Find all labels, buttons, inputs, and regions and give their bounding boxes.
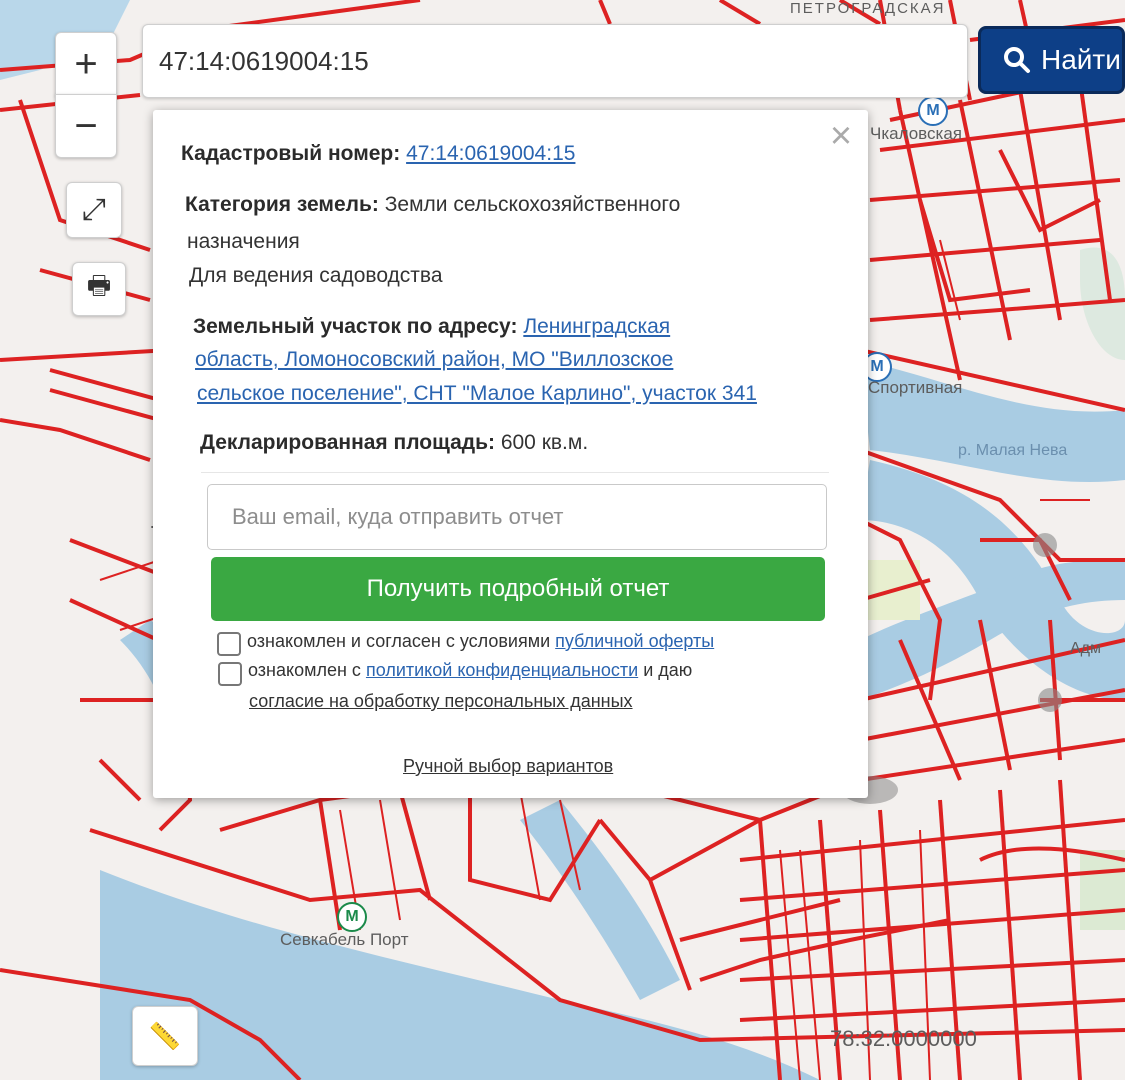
address-row: Земельный участок по адресу: Ленинградск… [193,310,853,344]
map-label-metro-chkalovskaya: Чкаловская [870,124,962,143]
fullscreen-button[interactable]: ⤢ [66,182,122,238]
divider [201,472,829,473]
ruler-icon: 📏 [148,1020,182,1051]
print-button[interactable]: 🖶 [72,262,126,316]
area-row: Декларированная площадь: 600 кв.м. [200,426,588,460]
public-offer-link[interactable]: публичной оферты [555,631,714,651]
privacy-checkbox[interactable] [218,662,242,686]
search-button-label: Найти [1041,44,1121,75]
search-icon [1004,47,1030,73]
offer-agreement-label: ознакомлен и согласен с условиями [247,631,551,651]
permitted-use: Для ведения садоводства [189,264,443,287]
area-label: Декларированная площадь: [200,431,495,454]
expand-icon: ⤢ [82,193,106,226]
ruler-button[interactable]: 📏 [132,1006,198,1066]
metro-icon: М [918,96,948,126]
privacy-label-a: ознакомлен с [248,660,361,680]
address-link-3[interactable]: сельское поселение", СНТ "Малое Карлино"… [197,377,757,411]
email-field[interactable] [207,484,827,550]
landmark-icon [1033,533,1057,557]
search-input[interactable] [143,25,967,97]
map-label-district: ПЕТРОГРАДСКАЯ [790,0,946,17]
metro-icon: М [337,902,367,932]
parcel-info-popup: × Кадастровый номер: 47:14:0619004:15 Ка… [153,110,868,798]
search-bar [142,24,968,98]
get-report-button[interactable]: Получить подробный отчет [211,557,825,621]
privacy-text: ознакомлен с политикой конфиденциальност… [248,657,692,683]
offer-agreement-text: ознакомлен и согласен с условиями публич… [247,628,714,654]
map-label-metro-sportivnaya: Спортивная [868,378,963,397]
personal-data-consent-link[interactable]: согласие на обработку персональных данны… [249,688,633,714]
printer-icon: 🖶 [86,270,112,300]
address-link-2[interactable]: область, Ломоносовский район, МО "Виллоз… [195,343,673,377]
privacy-label-b: и даю [643,660,693,680]
map-label-adm: Адм [1070,640,1102,657]
cadastral-number-link[interactable]: 47:14:0619004:15 [406,142,575,165]
landmark-icon [1038,688,1062,712]
cadastral-number-row: Кадастровый номер: 47:14:0619004:15 [181,137,575,171]
search-button[interactable]: Найти [978,26,1125,94]
address-link-1[interactable]: Ленинградская [523,315,670,338]
land-category-label: Категория земель: [185,193,379,216]
manual-selection-link[interactable]: Ручной выбор вариантов [403,753,613,779]
land-category-row: Категория земель: Земли сельскохозяйстве… [185,188,825,222]
privacy-policy-link[interactable]: политикой конфиденциальности [366,660,638,680]
address-label: Земельный участок по адресу: [193,315,518,338]
green-area [1080,850,1125,930]
offer-agreement-checkbox[interactable] [217,632,241,656]
map-label-river: р. Малая Нева [958,442,1068,459]
land-category-value-cont: назначения [187,230,300,253]
map-label-cadastral-quarter: 78:32:0000000 [830,1026,977,1051]
zoom-in-button[interactable]: + [55,32,117,96]
zoom-out-button[interactable]: − [55,94,117,158]
cadastral-number-label: Кадастровый номер: [181,142,401,165]
map-label-sevkabel: Севкабель Порт [280,930,409,949]
close-icon[interactable]: × [825,117,857,155]
area-value: 600 кв.м. [500,431,589,454]
land-category-value: Земли сельскохозяйственного [384,193,681,216]
